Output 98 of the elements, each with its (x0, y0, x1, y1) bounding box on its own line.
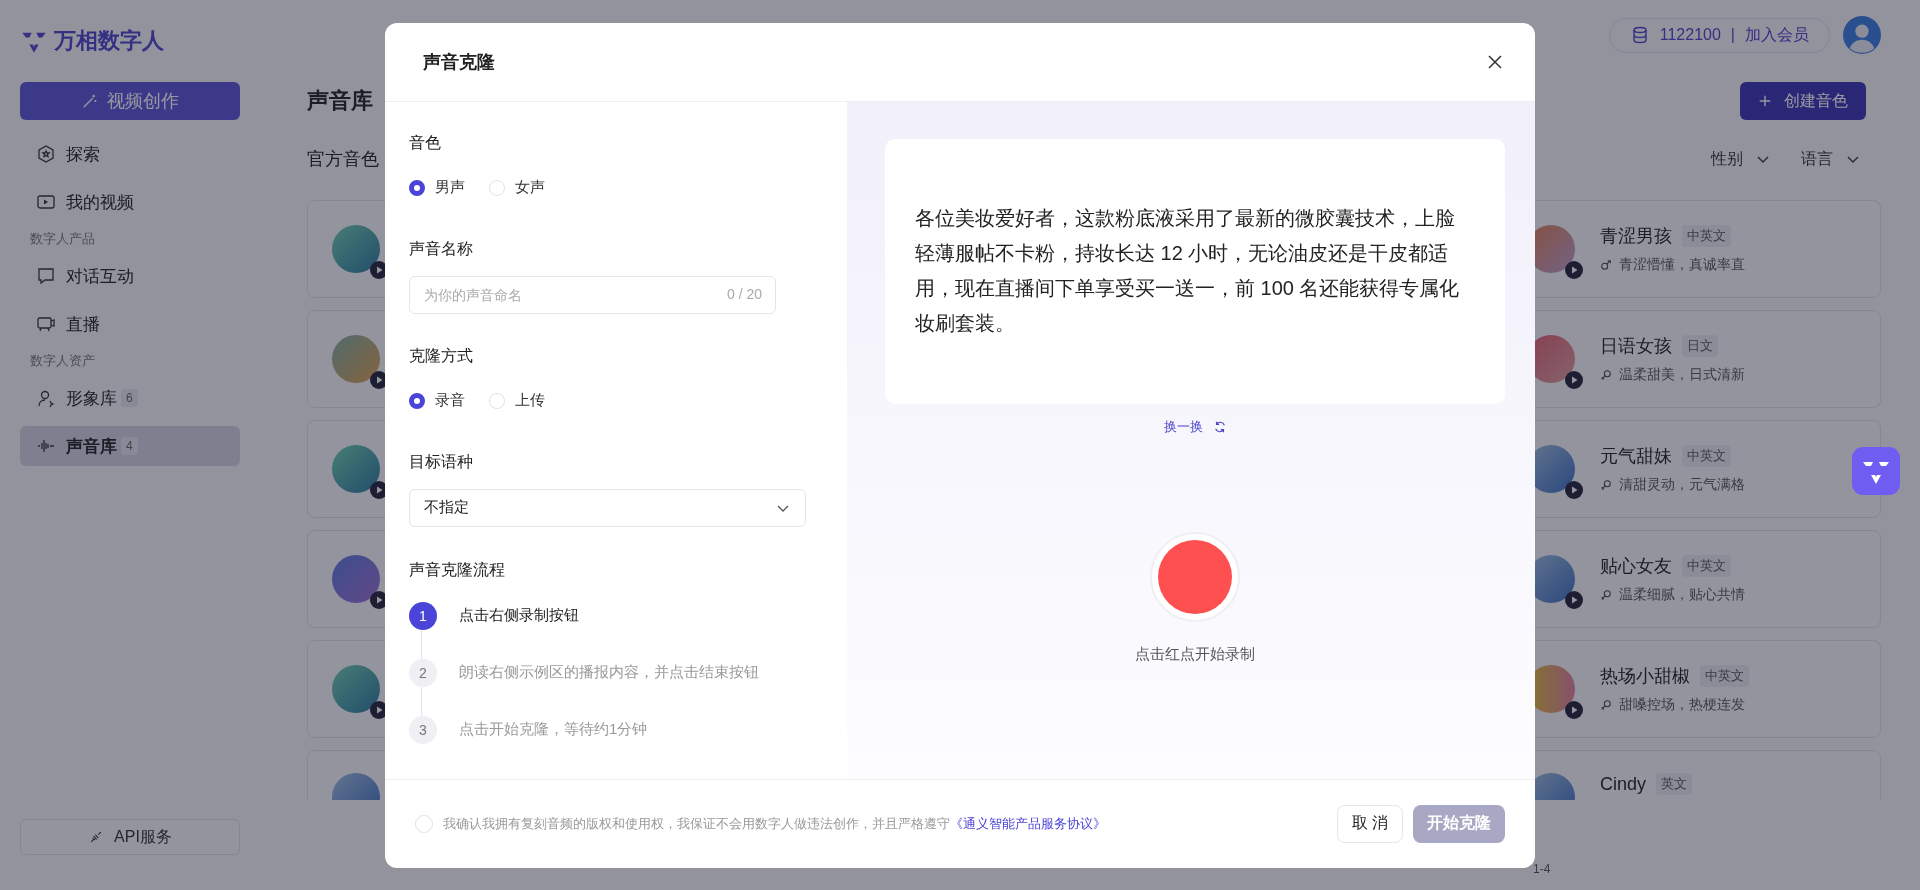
filter-dropdown[interactable]: 性别 (1711, 148, 1771, 170)
step-text: 点击右侧录制按钮 (459, 606, 579, 625)
sidebar-item[interactable]: 声音库 4 (20, 426, 240, 466)
female-icon (1600, 589, 1612, 601)
video-icon (36, 192, 56, 212)
character-counter: 0 / 20 (726, 285, 762, 302)
sidebar-section-title: 数字人产品 (30, 230, 96, 248)
sidebar-item[interactable]: 直播 (20, 304, 240, 344)
play-icon[interactable] (1565, 481, 1583, 499)
nav-label: 声音库 (66, 435, 117, 458)
nav-label: 对话互动 (66, 265, 134, 288)
female-icon (1600, 369, 1612, 381)
separator: | (1730, 26, 1735, 44)
credits-pill[interactable]: 1122100 | 加入会员 (1608, 17, 1830, 53)
voice-avatar (332, 225, 380, 273)
page-title: 声音库 (307, 87, 373, 115)
language-tag: 中英文 (1700, 665, 1749, 687)
step-text: 点击开始克隆，等待约1分钟 (459, 720, 648, 739)
count-badge: 6 (121, 389, 138, 407)
female-icon (1600, 699, 1612, 711)
refresh-button[interactable]: 换一换 (1159, 413, 1231, 440)
pagination-text: 1-4 (1533, 862, 1551, 876)
sidebar-section-title: 数字人资产 (30, 352, 96, 370)
nav-label: 直播 (66, 313, 100, 336)
voice-name: 热场小甜椒 (1600, 665, 1690, 688)
step-number: 3 (409, 715, 437, 744)
field-label: 声音克隆流程 (409, 559, 506, 580)
filter-dropdown[interactable]: 语言 (1801, 148, 1861, 170)
radio-button[interactable] (409, 392, 425, 409)
female-icon (1600, 479, 1612, 491)
nav-label: 探索 (66, 143, 100, 166)
person-icon (36, 388, 56, 408)
voice-name: Cindy (1600, 773, 1647, 795)
play-icon[interactable] (1565, 371, 1583, 389)
refresh-icon (1212, 419, 1227, 434)
voice-avatar (332, 335, 380, 383)
join-membership-link[interactable]: 加入会员 (1745, 24, 1809, 46)
voice-avatar (332, 445, 380, 493)
language-tag: 中英文 (1682, 445, 1731, 467)
agreement-text: 我确认我拥有复刻音频的版权和使用权，我保证不会用数字人做违法创作，并且严格遵守《通义智能产品服务协议》 (443, 814, 1107, 833)
play-icon[interactable] (1565, 261, 1583, 279)
user-avatar-icon[interactable] (1843, 16, 1881, 54)
voice-avatar (332, 555, 380, 603)
step-number: 1 (409, 601, 437, 630)
voice-description: 青涩懵懂，真诚率直 (1619, 256, 1745, 274)
play-icon[interactable] (1565, 701, 1583, 719)
field-label: 声音名称 (409, 238, 474, 259)
credits-amount: 1122100 (1659, 26, 1721, 44)
language-tag: 中英文 (1682, 555, 1731, 577)
play-icon[interactable] (1565, 591, 1583, 609)
voice-name: 日语女孩 (1600, 335, 1672, 358)
section-title: 官方音色 (307, 148, 379, 171)
sidebar-item[interactable]: 探索 (20, 134, 240, 174)
radio-option[interactable]: 录音 (409, 390, 465, 411)
screen-icon (36, 314, 56, 334)
radio-option[interactable]: 上传 (489, 390, 545, 411)
create-voice-button[interactable]: 创建音色 (1740, 82, 1866, 120)
voice-name: 青涩男孩 (1600, 225, 1672, 248)
field-label: 音色 (409, 132, 442, 153)
nav-label: 形象库 (66, 387, 117, 410)
count-badge: 4 (121, 437, 138, 455)
sidebar-item[interactable]: 形象库 6 (20, 378, 240, 418)
language-select[interactable]: 不指定 (409, 488, 806, 527)
language-tag: 日文 (1682, 335, 1718, 357)
hexagon-star-icon (36, 144, 56, 164)
brand-name: 万相数字人 (54, 27, 164, 55)
sample-text: 各位美妆爱好者，这款粉底液采用了最新的微胶囊技术，上脸轻薄服帖不卡粉，持妆长达 12 小时，无论油皮还是干皮都适用，现在直播间下单享受买一送一，前 100 名还能获得专属化妆刷套装。 (915, 206, 1461, 336)
voice-name: 元气甜妹 (1600, 445, 1672, 468)
sidebar-item[interactable]: 我的视频 (20, 182, 240, 222)
radio-option[interactable]: 男声 (409, 177, 465, 198)
voice-description: 温柔甜美，日式清新 (1619, 366, 1745, 384)
male-icon (1600, 259, 1612, 271)
radio-button[interactable] (409, 179, 425, 196)
step-number: 2 (409, 658, 437, 687)
voice-description: 清甜灵动，元气满格 (1619, 476, 1745, 494)
language-tag: 英文 (1656, 773, 1693, 795)
step-text: 朗读右侧示例区的播报内容，并点击结束按钮 (459, 663, 759, 682)
chat-icon (36, 266, 56, 286)
language-tag: 中英文 (1682, 225, 1731, 247)
close-icon[interactable] (1487, 53, 1503, 70)
field-label: 目标语种 (409, 451, 474, 472)
cancel-button[interactable]: 取 消 (1336, 804, 1403, 843)
dialog-title: 声音克隆 (423, 50, 495, 74)
create-video-button[interactable]: 视频创作 (20, 82, 240, 120)
magic-wand-icon (81, 92, 99, 110)
assistant-logo-icon[interactable] (1852, 447, 1900, 495)
field-label: 克隆方式 (409, 345, 474, 366)
record-hint: 点击红点开始录制 (1135, 644, 1255, 664)
voice-description: 甜嗓控场，热梗连发 (1619, 696, 1745, 714)
voice-avatar (332, 665, 380, 713)
plus-icon (1758, 94, 1772, 108)
voice-description: 温柔细腻，贴心共情 (1619, 586, 1745, 604)
nav-label: 我的视频 (66, 191, 134, 214)
radio-option[interactable]: 女声 (489, 177, 545, 198)
api-service-button[interactable]: API服务 (20, 819, 240, 855)
agreement-link[interactable]: 《通义智能产品服务协议》 (950, 815, 1106, 831)
sidebar-item[interactable]: 对话互动 (20, 256, 240, 296)
voice-name: 贴心女友 (1600, 555, 1672, 578)
